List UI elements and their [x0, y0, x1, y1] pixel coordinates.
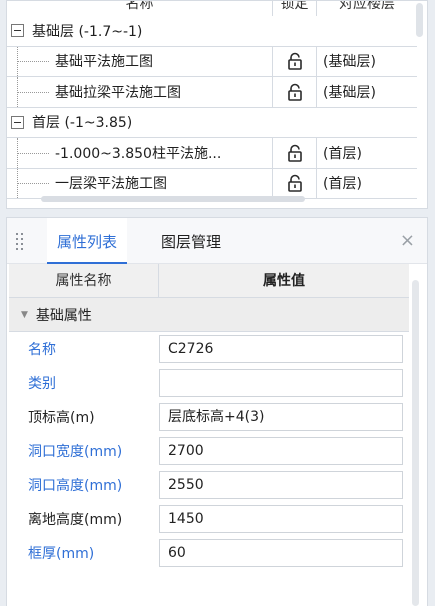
- tree-row-label: 基础平法施工图: [55, 54, 153, 71]
- tree-row[interactable]: 基础平法施工图 (基础层): [7, 46, 417, 77]
- property-value-input[interactable]: 2700: [159, 437, 403, 465]
- property-row: 名称 C2726: [9, 332, 409, 366]
- unlock-icon[interactable]: [286, 144, 304, 162]
- tree-header: 名称 锁定 对应楼层: [7, 1, 417, 16]
- collapse-minus-icon[interactable]: [11, 115, 24, 129]
- property-name: 框厚(mm): [28, 546, 95, 562]
- tree-row-label: 基础拉梁平法施工图: [55, 84, 181, 101]
- close-icon[interactable]: ×: [400, 232, 415, 250]
- tab-bar: 属性列表 图层管理 ×: [7, 218, 427, 264]
- property-name: 名称: [28, 342, 56, 358]
- tree-rows: 基础层 (-1.7~-1) 基础平法施工图 (基础层) 基础拉梁平法施工图 (基…: [7, 16, 417, 199]
- tree-group-label: 首层 (-1~3.85): [32, 115, 133, 132]
- property-name: 类别: [28, 376, 56, 392]
- tree-row-floor: (首层): [323, 176, 362, 193]
- properties-panel: 属性列表 图层管理 × 属性名称 属性值 ▼ 基础属性 名称 C2726 类别 …: [6, 217, 428, 606]
- property-row: 类别: [9, 366, 409, 400]
- tree-row-floor: (基础层): [323, 84, 376, 101]
- horizontal-scrollbar[interactable]: [41, 196, 305, 202]
- property-row: 顶标高(m) 层底标高+4(3): [9, 400, 409, 434]
- tree-row-label: -1.000~3.850柱平法施...: [55, 145, 222, 162]
- tree-row[interactable]: 基础拉梁平法施工图 (基础层): [7, 77, 417, 108]
- tab-attribute-list[interactable]: 属性列表: [47, 218, 128, 264]
- collapse-minus-icon[interactable]: [11, 24, 24, 38]
- tree-group-row[interactable]: 首层 (-1~3.85): [7, 108, 417, 138]
- drag-grip-icon[interactable]: [16, 233, 26, 250]
- property-value-input[interactable]: [159, 369, 403, 397]
- tree-row[interactable]: 一层梁平法施工图 (首层): [7, 168, 417, 199]
- property-name: 离地高度(mm): [28, 512, 123, 528]
- property-value-input[interactable]: C2726: [159, 335, 403, 363]
- tree-row-label: 一层梁平法施工图: [55, 176, 167, 193]
- column-header-name[interactable]: 名称: [7, 1, 273, 16]
- column-header-property-value: 属性值: [263, 273, 305, 289]
- property-table-header: 属性名称 属性值: [9, 264, 409, 298]
- unlock-icon[interactable]: [286, 174, 304, 193]
- unlock-icon[interactable]: [286, 83, 304, 101]
- tree-group-label: 基础层 (-1.7~-1): [32, 23, 143, 40]
- unlock-icon[interactable]: [286, 52, 304, 71]
- property-value-input[interactable]: 层底标高+4(3): [159, 403, 403, 431]
- property-name: 洞口宽度(mm): [28, 444, 123, 460]
- drawing-tree-panel: 名称 锁定 对应楼层 基础层 (-1.7~-1) 基础平法施工图 (基础层) 基…: [6, 0, 428, 209]
- property-group-row[interactable]: ▼ 基础属性: [9, 298, 409, 332]
- property-group-title: 基础属性: [35, 307, 92, 324]
- column-header-property-name: 属性名称: [9, 264, 159, 297]
- tree-group-row[interactable]: 基础层 (-1.7~-1): [7, 16, 417, 47]
- column-header-lock[interactable]: 锁定: [273, 1, 317, 16]
- property-name: 顶标高(m): [28, 410, 95, 426]
- property-name: 洞口高度(mm): [28, 478, 123, 494]
- property-value-input[interactable]: 60: [159, 539, 403, 567]
- property-value-input[interactable]: 1450: [159, 505, 403, 533]
- property-row: 洞口高度(mm) 2550: [9, 468, 409, 502]
- tree-row-floor: (基础层): [323, 54, 376, 71]
- caret-down-icon[interactable]: ▼: [21, 310, 28, 320]
- vertical-scrollbar[interactable]: [416, 3, 423, 37]
- property-value-input[interactable]: 2550: [159, 471, 403, 499]
- tab-layer-management[interactable]: 图层管理: [151, 218, 231, 264]
- column-header-floor[interactable]: 对应楼层: [317, 1, 417, 16]
- vertical-scrollbar[interactable]: [412, 280, 419, 606]
- tree-row-floor: (首层): [323, 145, 362, 162]
- tree-row[interactable]: -1.000~3.850柱平法施... (首层): [7, 138, 417, 169]
- property-row: 洞口宽度(mm) 2700: [9, 434, 409, 468]
- property-row: 框厚(mm) 60: [9, 536, 409, 570]
- property-row: 离地高度(mm) 1450: [9, 502, 409, 536]
